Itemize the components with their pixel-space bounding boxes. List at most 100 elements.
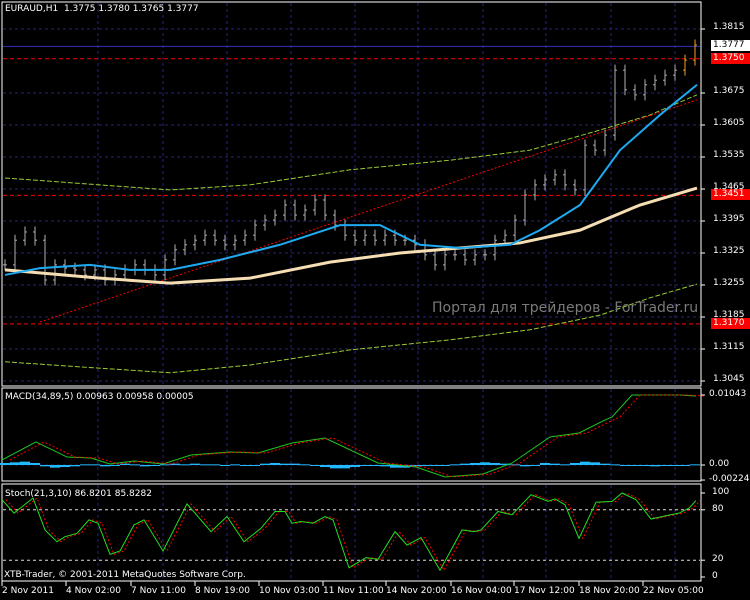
macd-histogram-bar: [630, 465, 640, 466]
macd-histogram-bar: [170, 463, 180, 465]
symbol-label: EURAUD,H1: [5, 4, 59, 14]
bid-price-tag: 1.3777: [711, 40, 750, 52]
x-tick-label: 8 Nov 19:00: [195, 586, 250, 596]
stoch-title: Stoch(21,3,10) 86.8201 85.8282: [5, 489, 152, 499]
trendline: [39, 99, 698, 323]
macd-histogram-bar: [570, 462, 580, 465]
x-tick-label: 14 Nov 20:00: [386, 586, 447, 596]
macd-histogram-bar: [150, 465, 160, 466]
chart-header: EURAUD,H1 1.3775 1.3780 1.3765 1.3777: [5, 4, 199, 14]
x-tick-label: 22 Nov 05:00: [643, 586, 704, 596]
macd-histogram-bar: [420, 465, 430, 466]
macd-histogram-bar: [190, 463, 200, 465]
macd-histogram-bar: [510, 464, 520, 466]
macd-histogram-bar: [430, 465, 440, 466]
slow-ma-line: [4, 186, 698, 285]
y-tick-label: 1.3395: [713, 214, 745, 224]
close-value: 1.3777: [167, 4, 199, 14]
macd-histogram-bar: [100, 465, 110, 467]
macd-histogram-bar: [130, 464, 140, 466]
x-tick-label: 7 Nov 11:00: [131, 586, 186, 596]
x-tick-label: 2 Nov 2011: [2, 586, 54, 596]
macd-histogram-bar: [670, 465, 680, 466]
macd-y-tick-label: 0.00: [709, 459, 730, 469]
level-tag: 1.3750: [711, 52, 750, 64]
y-tick-label: 1.3605: [713, 118, 745, 128]
macd-histogram-bar: [380, 465, 390, 467]
macd-y-tick-label: 0.01043: [709, 389, 747, 399]
macd-title: MACD(34,89,5) 0.00963 0.00958 0.00005: [5, 392, 194, 402]
open-value: 1.3775: [63, 4, 96, 14]
macd-histogram-bar: [650, 465, 660, 467]
macd-histogram-bar: [480, 462, 490, 465]
macd-histogram-bar: [50, 465, 60, 468]
stoch-y-tick-label: 0: [712, 571, 718, 581]
stoch-y-tick-label: 100: [712, 487, 730, 497]
macd-histogram-bar: [530, 465, 540, 466]
macd-histogram-bar: [10, 462, 20, 465]
watermark: Портал для трейдеров - ForTrader.ru: [432, 300, 699, 316]
macd-histogram-bar: [590, 462, 600, 465]
lower-envelope-line: [4, 283, 698, 374]
macd-histogram-bar: [640, 465, 650, 466]
macd-histogram-bar: [210, 464, 220, 466]
macd-histogram-bar: [320, 465, 330, 468]
macd-histogram-bar: [30, 462, 40, 465]
macd-histogram-bar: [660, 465, 670, 466]
macd-histogram-bar: [690, 464, 700, 466]
macd-histogram-bar: [90, 464, 100, 466]
macd-histogram-bar: [370, 465, 380, 466]
macd-histogram-bar: [110, 465, 120, 466]
x-tick-label: 17 Nov 12:00: [514, 586, 575, 596]
level-tag: 1.3170: [711, 317, 750, 329]
macd-histogram-bar: [580, 461, 590, 465]
x-tick-label: 16 Nov 04:00: [451, 586, 512, 596]
macd-histogram-bar: [620, 465, 630, 466]
macd-histogram-bar: [440, 465, 450, 466]
macd-histogram-bar: [520, 465, 530, 467]
macd-histogram-bar: [70, 465, 80, 467]
macd-histogram-bar: [200, 464, 210, 466]
macd-histogram-bar: [250, 465, 260, 466]
y-tick-label: 1.3255: [713, 278, 745, 288]
y-tick-label: 1.3045: [713, 374, 745, 384]
macd-histogram-bar: [460, 463, 470, 465]
macd-histogram-bar: [40, 465, 50, 467]
low-value: 1.3765: [132, 4, 165, 14]
macd-histogram-bar: [0, 462, 10, 465]
macd-histogram-bar: [680, 465, 690, 466]
macd-histogram-bar: [270, 462, 280, 465]
macd-histogram-bar: [350, 465, 360, 468]
macd-histogram-bar: [550, 463, 560, 465]
x-tick-label: 4 Nov 02:00: [66, 586, 121, 596]
macd-histogram-bar: [340, 465, 350, 469]
fast-ma-line: [4, 83, 698, 276]
main-panel-frame: [1, 1, 702, 387]
macd-histogram-bar: [290, 463, 300, 465]
stoch-y-tick-label: 20: [712, 554, 724, 565]
stoch-main-line: [1, 492, 697, 572]
copyright: XTB-Trader, © 2001-2011 MetaQuotes Softw…: [4, 570, 246, 580]
macd-histogram-bar: [80, 464, 90, 466]
macd-histogram-bar: [310, 465, 320, 466]
macd-histogram-bar: [360, 465, 370, 466]
macd-histogram-bar: [330, 465, 340, 469]
macd-histogram-bar: [280, 463, 290, 465]
level-tag: 1.3451: [711, 189, 750, 201]
macd-histogram-bar: [60, 465, 70, 468]
high-value: 1.3780: [98, 4, 130, 14]
macd-histogram-bar: [600, 463, 610, 465]
macd-histogram-bar: [300, 464, 310, 466]
y-tick-label: 1.3535: [713, 150, 745, 160]
x-tick-label: 18 Nov 20:00: [579, 586, 640, 596]
y-tick-label: 1.3325: [713, 246, 745, 256]
y-tick-label: 1.3815: [713, 22, 745, 32]
macd-y-tick-label: -0.00224: [709, 474, 750, 485]
macd-histogram-bar: [230, 464, 240, 466]
macd-histogram-bar: [180, 464, 190, 466]
macd-histogram-bar: [470, 462, 480, 465]
macd-histogram-bar: [450, 464, 460, 466]
x-tick-label: 10 Nov 03:00: [259, 586, 320, 596]
macd-histogram-bar: [260, 463, 270, 465]
y-tick-label: 1.3675: [713, 86, 745, 96]
